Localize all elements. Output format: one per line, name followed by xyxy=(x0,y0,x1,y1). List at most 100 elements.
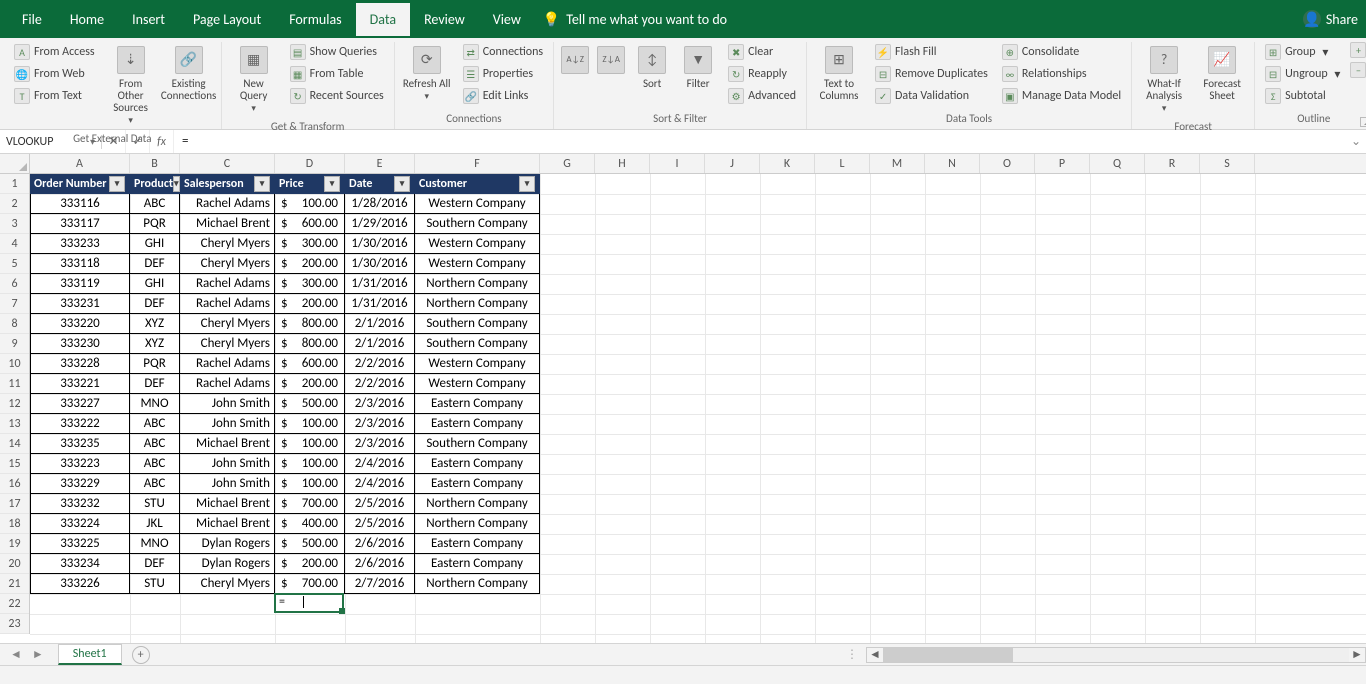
table-cell[interactable]: 2/4/2016 xyxy=(345,454,415,474)
table-cell[interactable]: Rachel Adams xyxy=(180,354,275,374)
table-cell[interactable]: Northern Company xyxy=(415,294,540,314)
table-cell[interactable]: XYZ xyxy=(130,334,180,354)
table-cell[interactable]: John Smith xyxy=(180,454,275,474)
table-cell[interactable]: 333226 xyxy=(30,574,130,594)
table-cell[interactable]: $500.00 xyxy=(275,534,345,554)
row-header-6[interactable]: 6 xyxy=(0,274,29,294)
table-cell[interactable]: Eastern Company xyxy=(415,454,540,474)
table-cell[interactable]: 1/30/2016 xyxy=(345,234,415,254)
table-cell[interactable]: 333225 xyxy=(30,534,130,554)
horizontal-scrollbar[interactable]: ◄ ► xyxy=(866,647,1366,663)
table-cell[interactable]: 333117 xyxy=(30,214,130,234)
table-cell[interactable]: 2/3/2016 xyxy=(345,394,415,414)
table-cell[interactable]: 333229 xyxy=(30,474,130,494)
scroll-track[interactable] xyxy=(883,648,1349,662)
edit-links-button[interactable]: 🔗Edit Links xyxy=(459,86,547,106)
table-cell[interactable]: $100.00 xyxy=(275,414,345,434)
column-header-G[interactable]: G xyxy=(540,154,595,173)
table-cell[interactable]: 2/4/2016 xyxy=(345,474,415,494)
relationships-button[interactable]: ∞Relationships xyxy=(998,64,1125,84)
table-cell[interactable]: John Smith xyxy=(180,474,275,494)
table-cell[interactable]: Northern Company xyxy=(415,574,540,594)
what-if-button[interactable]: ?What-If Analysis xyxy=(1138,42,1190,118)
row-header-9[interactable]: 9 xyxy=(0,334,29,354)
active-cell[interactable]: = xyxy=(274,593,344,613)
row-header-12[interactable]: 12 xyxy=(0,394,29,414)
filter-dropdown-icon[interactable]: ▾ xyxy=(173,176,180,192)
tab-formulas[interactable]: Formulas xyxy=(275,3,355,36)
column-header-Q[interactable]: Q xyxy=(1090,154,1145,173)
row-header-19[interactable]: 19 xyxy=(0,534,29,554)
table-cell[interactable]: Northern Company xyxy=(415,274,540,294)
column-header-E[interactable]: E xyxy=(345,154,415,173)
table-cell[interactable]: 333118 xyxy=(30,254,130,274)
ungroup-button[interactable]: ⊟Ungroup ▾ xyxy=(1261,64,1344,84)
flash-fill-button[interactable]: ⚡Flash Fill xyxy=(871,42,992,62)
row-header-17[interactable]: 17 xyxy=(0,494,29,514)
column-header-C[interactable]: C xyxy=(180,154,275,173)
table-cell[interactable]: 333227 xyxy=(30,394,130,414)
table-cell[interactable]: $600.00 xyxy=(275,354,345,374)
tab-insert[interactable]: Insert xyxy=(118,3,179,36)
sheet-tab-sheet1[interactable]: Sheet1 xyxy=(58,644,122,665)
table-cell[interactable]: Western Company xyxy=(415,194,540,214)
table-cell[interactable]: 2/5/2016 xyxy=(345,514,415,534)
row-header-8[interactable]: 8 xyxy=(0,314,29,334)
row-header-16[interactable]: 16 xyxy=(0,474,29,494)
table-cell[interactable]: Rachel Adams xyxy=(180,294,275,314)
tab-split-handle[interactable]: ⋮ xyxy=(838,647,866,662)
from-access-button[interactable]: AFrom Access xyxy=(10,42,99,62)
scroll-left-button[interactable]: ◄ xyxy=(867,647,883,662)
table-cell[interactable]: Cheryl Myers xyxy=(180,574,275,594)
table-cell[interactable]: Michael Brent xyxy=(180,514,275,534)
column-header-M[interactable]: M xyxy=(870,154,925,173)
sort-button[interactable]: ↕Sort xyxy=(632,42,672,94)
table-cell[interactable]: 333234 xyxy=(30,554,130,574)
column-header-P[interactable]: P xyxy=(1035,154,1090,173)
table-cell[interactable]: Western Company xyxy=(415,254,540,274)
cells-area[interactable]: Order Number▾Product▾Salesperson▾Price▾D… xyxy=(30,174,1366,653)
column-header-F[interactable]: F xyxy=(415,154,540,173)
row-header-2[interactable]: 2 xyxy=(0,194,29,214)
column-header-K[interactable]: K xyxy=(760,154,815,173)
table-cell[interactable]: XYZ xyxy=(130,314,180,334)
table-header-order-number[interactable]: Order Number▾ xyxy=(30,174,130,194)
group-button[interactable]: ⊞Group ▾ xyxy=(1261,42,1344,62)
table-cell[interactable]: $700.00 xyxy=(275,574,345,594)
row-header-20[interactable]: 20 xyxy=(0,554,29,574)
table-cell[interactable]: 1/29/2016 xyxy=(345,214,415,234)
column-header-I[interactable]: I xyxy=(650,154,705,173)
table-cell[interactable]: Dylan Rogers xyxy=(180,534,275,554)
table-cell[interactable]: Cheryl Myers xyxy=(180,334,275,354)
table-cell[interactable]: $800.00 xyxy=(275,314,345,334)
sort-az-button[interactable]: A↓Z xyxy=(560,42,590,82)
tab-file[interactable]: File xyxy=(8,3,56,36)
table-cell[interactable]: Eastern Company xyxy=(415,534,540,554)
table-cell[interactable]: 2/3/2016 xyxy=(345,434,415,454)
column-header-B[interactable]: B xyxy=(130,154,180,173)
table-cell[interactable]: Cheryl Myers xyxy=(180,314,275,334)
next-sheet-button[interactable]: ► xyxy=(32,647,44,662)
filter-dropdown-icon[interactable]: ▾ xyxy=(394,176,410,192)
table-cell[interactable]: Eastern Company xyxy=(415,394,540,414)
advanced-button[interactable]: ⚙Advanced xyxy=(724,86,800,106)
filter-button[interactable]: ▼Filter xyxy=(678,42,718,94)
table-cell[interactable]: Southern Company xyxy=(415,434,540,454)
sort-za-button[interactable]: Z↓A xyxy=(596,42,626,82)
table-cell[interactable]: Eastern Company xyxy=(415,554,540,574)
column-header-R[interactable]: R xyxy=(1145,154,1200,173)
properties-button[interactable]: ☰Properties xyxy=(459,64,547,84)
table-cell[interactable]: 333232 xyxy=(30,494,130,514)
table-cell[interactable]: STU xyxy=(130,574,180,594)
share-button[interactable]: 👤 Share xyxy=(1303,10,1358,28)
tab-review[interactable]: Review xyxy=(410,3,479,36)
table-cell[interactable]: 333233 xyxy=(30,234,130,254)
row-header-18[interactable]: 18 xyxy=(0,514,29,534)
table-cell[interactable]: PQR xyxy=(130,354,180,374)
table-cell[interactable]: PQR xyxy=(130,214,180,234)
table-cell[interactable]: 1/30/2016 xyxy=(345,254,415,274)
spreadsheet-grid[interactable]: ABCDEFGHIJKLMNOPQRS 12345678910111213141… xyxy=(0,154,1366,653)
table-header-customer[interactable]: Customer▾ xyxy=(415,174,540,194)
table-cell[interactable]: 333228 xyxy=(30,354,130,374)
table-cell[interactable]: Southern Company xyxy=(415,214,540,234)
